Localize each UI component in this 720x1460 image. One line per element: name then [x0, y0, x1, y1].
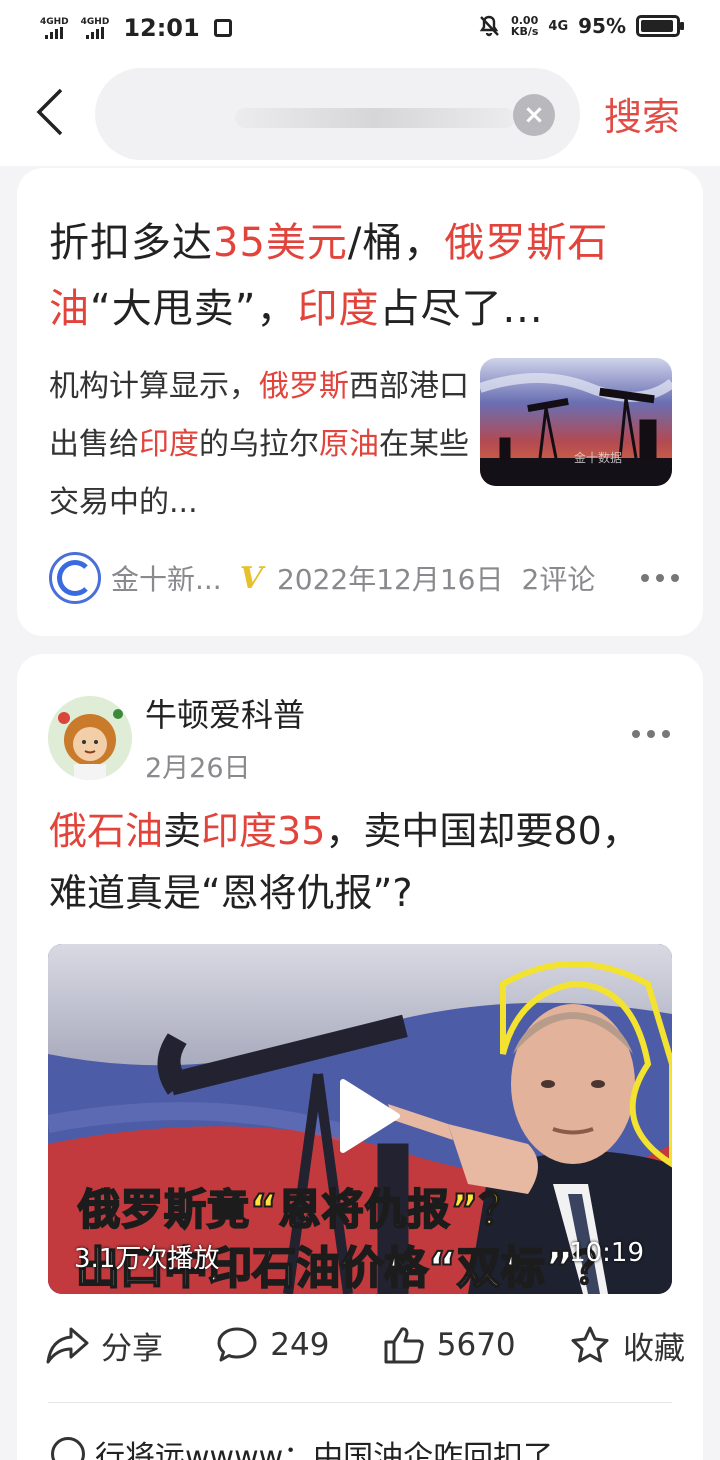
battery-icon: [636, 15, 684, 37]
signal-icon: 4GHD: [40, 16, 69, 39]
notification-icon: [213, 19, 232, 37]
video-post-card[interactable]: 牛顿爱科普 2月26日 俄石油卖印度35，卖中国却要80，难道真是“恩将仇报”?: [17, 654, 703, 1460]
view-count: 3.1万次播放: [74, 1244, 220, 1274]
action-bar: 分享 249 5670 收藏: [45, 1314, 685, 1376]
avatar[interactable]: [48, 696, 132, 780]
clock: 12:01: [123, 14, 200, 42]
search-button[interactable]: 搜索: [604, 86, 680, 141]
network-speed: 0.00 KB/s: [511, 15, 538, 37]
summary-text: 的乌拉尔: [199, 427, 319, 462]
publish-date: 2022年12月16日: [276, 563, 504, 596]
favorite-label: 收藏: [622, 1330, 685, 1367]
play-icon[interactable]: [333, 1076, 403, 1156]
speed-unit: KB/s: [510, 25, 539, 38]
share-label: 分享: [101, 1330, 163, 1367]
title-text: 折扣多达: [49, 220, 213, 266]
title-highlight: 印度35: [201, 809, 326, 853]
post-date: 2月26日: [145, 753, 251, 784]
title-highlight: 35美元: [213, 220, 348, 266]
mute-icon: [479, 15, 499, 37]
like-button[interactable]: 5670: [383, 1325, 516, 1365]
comment-preview-text: 行将远wwww：中国油企咋回扣了: [95, 1440, 554, 1460]
search-box[interactable]: ×: [95, 68, 580, 160]
battery-percent: 95%: [578, 14, 626, 38]
more-options-icon[interactable]: [641, 574, 679, 582]
article-summary: 机构计算显示，俄罗斯西部港口出售给印度的乌拉尔原油在某些交易中的...: [49, 358, 469, 532]
verified-badge-icon: V: [239, 560, 263, 596]
comment-button[interactable]: 249: [216, 1325, 329, 1365]
comment-icon: [217, 1327, 257, 1362]
comment-preview[interactable]: 行将远wwww：中国油企咋回扣了: [51, 1432, 553, 1460]
title-text: “大甩卖”，: [90, 286, 298, 332]
article-meta: 金十新... V 2022年12月16日 2评论: [49, 552, 679, 604]
share-button[interactable]: 分享: [45, 1323, 163, 1368]
favorite-button[interactable]: 收藏: [569, 1323, 685, 1368]
comment-count: 249: [270, 1327, 330, 1363]
like-count: 5670: [436, 1327, 516, 1363]
summary-highlight: 原油: [319, 427, 379, 462]
comment-count: 2评论: [521, 563, 596, 596]
post-title[interactable]: 俄石油卖印度35，卖中国却要80，难道真是“恩将仇报”?: [49, 800, 669, 924]
title-text: 卖: [163, 809, 202, 853]
star-icon: [571, 1326, 609, 1363]
comment-icon: [51, 1437, 85, 1460]
divider: [48, 1402, 672, 1403]
signal-icon: 4GHD: [80, 16, 110, 39]
search-header: × 搜索: [0, 58, 720, 166]
summary-text: 机构计算显示，: [49, 369, 259, 404]
summary-highlight: 印度: [139, 427, 199, 462]
chevron-left-icon: [36, 88, 63, 136]
title-text: /桶，: [347, 220, 445, 266]
title-highlight: 俄石油: [49, 809, 164, 853]
source-logo-icon[interactable]: [49, 552, 101, 604]
article-title[interactable]: 折扣多达35美元/桶，俄罗斯石油“大甩卖”，印度占尽了...: [49, 210, 649, 342]
back-button[interactable]: [28, 82, 72, 142]
article-thumbnail[interactable]: 金十数据: [480, 358, 672, 486]
title-highlight: 印度: [297, 286, 380, 332]
network-type: 4GHD: [80, 16, 110, 27]
video-player[interactable]: 俄罗斯竟“恩将仇报”？ 出口中印石油价格“双标”？ 3.1万次播放 10:19: [48, 944, 672, 1294]
source-name[interactable]: 金十新...: [111, 558, 222, 598]
network-type: 4GHD: [40, 16, 69, 27]
clear-icon[interactable]: ×: [513, 94, 555, 136]
status-bar: 4GHD 4GHD 12:01 0.00 KB/s 4G 95%: [0, 0, 720, 58]
author-name[interactable]: 牛顿爱科普: [145, 690, 305, 736]
battery-level: [641, 20, 674, 32]
search-query-blurred: [235, 108, 515, 128]
share-icon: [46, 1327, 89, 1364]
summary-highlight: 俄罗斯: [259, 369, 349, 404]
more-options-icon[interactable]: [632, 730, 670, 738]
article-card[interactable]: 折扣多达35美元/桶，俄罗斯石油“大甩卖”，印度占尽了... 机构计算显示，俄罗…: [17, 168, 703, 636]
title-text: 占尽了...: [379, 286, 544, 332]
thumbnail-watermark: 金十数据: [574, 450, 622, 465]
video-duration: 10:19: [569, 1238, 644, 1268]
network-type: 4G: [548, 18, 569, 34]
title-highlight: 俄罗斯: [444, 220, 568, 266]
video-caption-line1: 俄罗斯竟“恩将仇报”？: [77, 1184, 523, 1235]
thumbs-up-icon: [384, 1327, 424, 1364]
